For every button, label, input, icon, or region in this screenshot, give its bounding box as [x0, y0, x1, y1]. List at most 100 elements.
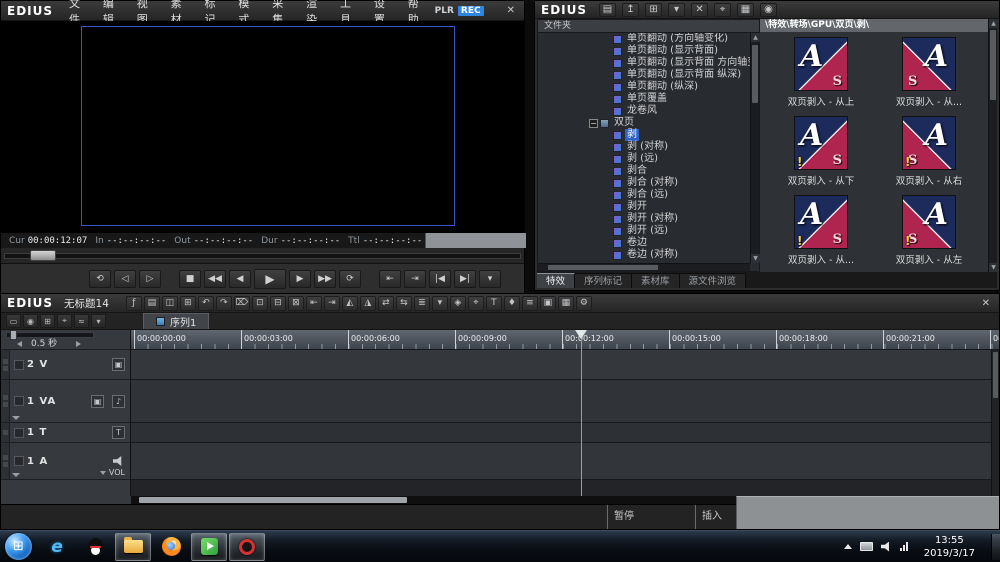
settings-icon[interactable]: ⚙ [576, 296, 592, 311]
track-mute-toggle[interactable] [14, 456, 24, 466]
video-track-lane[interactable] [131, 350, 999, 380]
timeline-ruler[interactable]: 00:00:00:0000:00:03:0000:00:06:0000:00:0… [131, 330, 999, 350]
green-app-taskbar-button[interactable] [191, 533, 227, 561]
effect-cell[interactable]: A S ! 双页剥入 - 从上 [770, 37, 872, 116]
zoom-slider[interactable] [6, 332, 94, 338]
rewind-button[interactable]: ◀◀ [204, 270, 226, 288]
previous-frame-button[interactable]: ◀ [229, 270, 251, 288]
track-header-audio[interactable]: 1 A VOL [1, 443, 130, 480]
add-to-timeline-icon[interactable]: ⊞ [645, 3, 662, 17]
effect-cell[interactable]: A S ! 双页剥入 - 从... [770, 195, 872, 274]
tree-vertical-scrollbar[interactable]: ▲ ▼ [750, 33, 759, 263]
voiceover-icon[interactable]: ♦ [504, 296, 520, 311]
speaker-icon[interactable] [113, 456, 124, 466]
timeline-horizontal-scrollbar[interactable] [131, 496, 736, 504]
scroll-down-icon[interactable]: ▼ [989, 263, 998, 272]
track-expand-icon[interactable] [12, 416, 20, 420]
show-desktop-button[interactable] [991, 534, 1000, 560]
select-tool-icon[interactable]: ⌖ [57, 314, 72, 328]
effects-panel-icon[interactable]: ƒ [126, 296, 142, 311]
player-menu-button[interactable]: ▾ [479, 270, 501, 288]
move-up-icon[interactable]: ↥ [622, 3, 639, 17]
track-expand-icon[interactable] [12, 473, 20, 477]
tree-item[interactable]: − 剥合 (远) [538, 189, 750, 201]
tree-hscroll-thumb[interactable] [548, 265, 658, 270]
track-display-toggle[interactable]: ▣ [112, 358, 125, 371]
close-icon[interactable]: ✕ [498, 5, 524, 16]
palette-tab[interactable]: 素材库 [632, 273, 680, 288]
va-track-lane[interactable] [131, 380, 999, 423]
volume-icon[interactable] [881, 542, 892, 552]
goto-out-button[interactable]: ⇥ [404, 270, 426, 288]
set-in-icon[interactable]: ⇤ [306, 296, 322, 311]
taskbar-clock[interactable]: 13:55 2019/3/17 [916, 534, 983, 560]
tree-item[interactable]: − 双页 [538, 117, 750, 129]
scroll-down-icon[interactable]: ▼ [751, 254, 760, 263]
tree-horizontal-scrollbar[interactable] [538, 263, 750, 271]
tree-item[interactable]: − 剥开 (对称) [538, 213, 750, 225]
track-header-title[interactable]: 1 T T [1, 423, 130, 443]
export-icon[interactable]: ▣ [540, 296, 556, 311]
track-mute-toggle[interactable] [14, 396, 24, 406]
palette-tab[interactable]: 序列标记 [575, 273, 632, 288]
position-thumb[interactable] [30, 250, 56, 261]
effect-cell[interactable]: A S ! 双页剥入 - 从下 [770, 116, 872, 195]
insert-mode-icon[interactable]: ⇄ [378, 296, 394, 311]
marker-icon[interactable]: ▾ [432, 296, 448, 311]
track-audio-toggle[interactable]: ♪ [112, 395, 125, 408]
track-patch[interactable] [1, 380, 10, 422]
palette-vscroll-thumb[interactable] [990, 30, 996, 100]
title-tool-icon[interactable]: T [486, 296, 502, 311]
sequence-tab[interactable]: 序列1 [143, 313, 209, 329]
tree-item[interactable]: − 龙卷风 [538, 105, 750, 117]
effect-thumbnail[interactable]: A S ! [902, 116, 956, 170]
zoom-slider-thumb[interactable] [10, 330, 17, 340]
playhead-marker[interactable] [575, 330, 587, 339]
tree-item[interactable]: − 剥 [538, 129, 750, 141]
zoom-in-icon[interactable] [76, 341, 81, 347]
tree-item[interactable]: − 剥开 (远) [538, 225, 750, 237]
play-around-cursor-button[interactable]: ▷ [139, 270, 161, 288]
empty-lane-area[interactable] [131, 480, 999, 496]
recorder-taskbar-button[interactable] [229, 533, 265, 561]
tree-item[interactable]: − 单页翻动 (显示背面 方向轴变化) [538, 57, 750, 69]
paste-icon[interactable]: ⊟ [270, 296, 286, 311]
timecode-value[interactable]: --:--:--:-- [107, 236, 167, 246]
fast-forward-button[interactable]: ▶▶ [314, 270, 336, 288]
zoom-value[interactable]: 0.5 秒 [31, 339, 57, 349]
keyboard-icon[interactable] [860, 542, 873, 551]
palette-vertical-scrollbar[interactable]: ▲ ▼ [988, 19, 997, 272]
vscroll-thumb[interactable] [993, 352, 998, 398]
tree-item[interactable]: − 剥 (对称) [538, 141, 750, 153]
close-icon[interactable]: ✕ [973, 298, 999, 309]
undo-icon[interactable]: ↶ [198, 296, 214, 311]
set-out-icon[interactable]: ⇥ [324, 296, 340, 311]
timeline-lanes[interactable]: 00:00:00:0000:00:03:0000:00:06:0000:00:0… [131, 330, 999, 496]
timecode-value[interactable]: --:--:--:-- [281, 236, 341, 246]
track-mute-toggle[interactable] [14, 428, 24, 438]
scroll-up-icon[interactable]: ▲ [989, 19, 998, 28]
effect-thumbnail[interactable]: A S ! [902, 195, 956, 249]
timecode-value[interactable]: 00:00:12:07 [28, 236, 88, 246]
layout-icon[interactable]: ▦ [737, 3, 754, 17]
plr-indicator[interactable]: PLR [435, 6, 454, 16]
ie-taskbar-button[interactable]: e [39, 533, 75, 561]
timecode-value[interactable]: --:--:--:-- [194, 236, 254, 246]
next-frame-button[interactable]: ▶ [289, 270, 311, 288]
play-button[interactable]: ▶ [254, 269, 286, 289]
hscroll-thumb[interactable] [139, 497, 407, 503]
tree-expander-icon[interactable]: − [589, 119, 598, 128]
explorer-taskbar-button[interactable] [115, 533, 151, 561]
firefox-taskbar-button[interactable] [153, 533, 189, 561]
ripple-delete-icon[interactable]: ⊠ [288, 296, 304, 311]
zoom-out-icon[interactable] [17, 341, 22, 347]
effect-cell[interactable]: A S ! 双页剥入 - 从左 [878, 195, 980, 274]
waveform-icon[interactable]: ≈ [74, 314, 89, 328]
tray-expand-icon[interactable] [844, 544, 852, 549]
next-edit-button[interactable]: ▶| [454, 270, 476, 288]
palette-tab[interactable]: 源文件浏览 [680, 273, 747, 288]
tree-item[interactable]: − 卷边 [538, 237, 750, 249]
position-groove[interactable] [4, 253, 521, 259]
network-icon[interactable] [900, 542, 908, 551]
timeline-vertical-scrollbar[interactable] [991, 350, 999, 496]
